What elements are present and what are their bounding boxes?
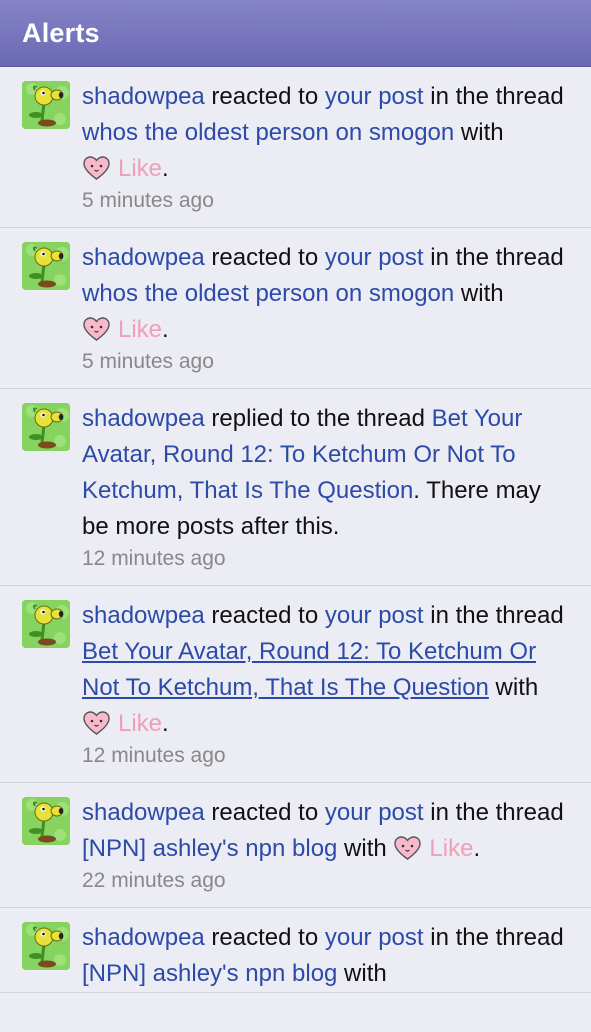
avatar[interactable] [22, 403, 70, 451]
user-link[interactable]: shadowpea [82, 602, 205, 629]
peashooter-avatar-icon [22, 81, 70, 129]
heart-like-icon [83, 317, 110, 341]
heart-like-icon [83, 156, 110, 180]
alert-timestamp: 22 minutes ago [82, 869, 226, 892]
peashooter-avatar-icon [22, 600, 70, 648]
thread-link[interactable]: whos the oldest person on smogon [82, 119, 454, 146]
post-link[interactable]: your post [325, 924, 424, 951]
avatar[interactable] [22, 600, 70, 648]
alert-text: shadowpea reacted to your post in the th… [82, 924, 564, 987]
avatar[interactable] [22, 81, 70, 129]
user-link[interactable]: shadowpea [82, 405, 205, 432]
alert-text: shadowpea replied to the thread Bet Your… [82, 405, 541, 540]
user-link[interactable]: shadowpea [82, 799, 205, 826]
user-link[interactable]: shadowpea [82, 244, 205, 271]
peashooter-avatar-icon [22, 922, 70, 970]
alerts-header: Alerts [0, 0, 591, 67]
alert-timestamp: 5 minutes ago [82, 350, 214, 373]
peashooter-avatar-icon [22, 797, 70, 845]
post-link[interactable]: your post [325, 602, 424, 629]
avatar[interactable] [22, 797, 70, 845]
alert-item[interactable]: shadowpea reacted to your post in the th… [0, 67, 591, 228]
thread-link[interactable]: Bet Your Avatar, Round 12: To Ketchum Or… [82, 638, 536, 701]
thread-link[interactable]: [NPN] ashley's npn blog [82, 960, 337, 987]
alert-timestamp: 12 minutes ago [82, 744, 226, 767]
reaction-like: Like [82, 155, 162, 182]
reaction-like: Like [82, 316, 162, 343]
thread-link[interactable]: whos the oldest person on smogon [82, 280, 454, 307]
reaction-like: Like [393, 835, 473, 862]
alert-text: shadowpea reacted to your post in the th… [82, 83, 564, 182]
alert-item[interactable]: shadowpea reacted to your post in the th… [0, 908, 591, 993]
user-link[interactable]: shadowpea [82, 924, 205, 951]
alert-text: shadowpea reacted to your post in the th… [82, 799, 564, 862]
thread-link[interactable]: [NPN] ashley's npn blog [82, 835, 337, 862]
alert-item[interactable]: shadowpea replied to the thread Bet Your… [0, 389, 591, 586]
post-link[interactable]: your post [325, 799, 424, 826]
peashooter-avatar-icon [22, 242, 70, 290]
alert-timestamp: 12 minutes ago [82, 547, 226, 570]
alert-item[interactable]: shadowpea reacted to your post in the th… [0, 228, 591, 389]
peashooter-avatar-icon [22, 403, 70, 451]
alert-item[interactable]: shadowpea reacted to your post in the th… [0, 586, 591, 783]
avatar[interactable] [22, 922, 70, 970]
avatar[interactable] [22, 242, 70, 290]
alert-item[interactable]: shadowpea reacted to your post in the th… [0, 783, 591, 908]
post-link[interactable]: your post [325, 83, 424, 110]
heart-like-icon [394, 836, 422, 860]
user-link[interactable]: shadowpea [82, 83, 205, 110]
reaction-like: Like [82, 710, 162, 737]
page-title: Alerts [22, 17, 100, 48]
heart-like-icon [83, 711, 110, 735]
post-link[interactable]: your post [325, 244, 424, 271]
alert-timestamp: 5 minutes ago [82, 189, 214, 212]
alert-text: shadowpea reacted to your post in the th… [82, 244, 564, 343]
alert-text: shadowpea reacted to your post in the th… [82, 602, 564, 737]
